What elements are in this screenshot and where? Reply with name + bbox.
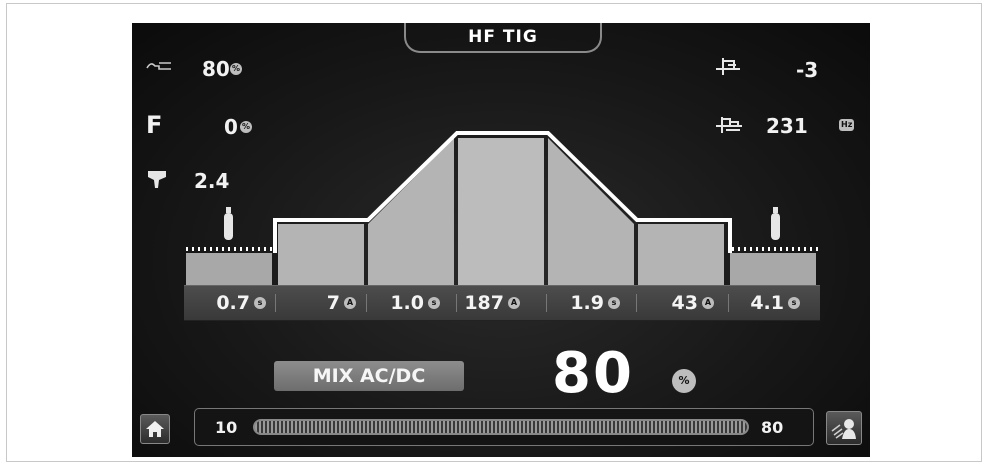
postgas-time[interactable]: 4.1 <box>736 293 784 313</box>
pregas-time[interactable]: 0.7 <box>202 293 250 313</box>
graph-segment-upslope[interactable] <box>368 138 454 285</box>
downslope-time-unit: s <box>608 297 620 309</box>
postgas-time-unit: s <box>788 297 800 309</box>
graph-segment-final[interactable] <box>638 224 724 285</box>
strip-divider <box>546 294 547 312</box>
downslope-time[interactable]: 1.9 <box>556 293 604 313</box>
slider-track[interactable] <box>253 419 749 435</box>
sequence-values-strip: 0.7 s 7 A 1.0 s 187 A 1.9 s 43 A 4.1 s <box>184 285 820 321</box>
strip-divider <box>728 294 729 312</box>
graph-segment-downslope[interactable] <box>548 138 634 285</box>
graph-segment-start[interactable] <box>278 224 364 285</box>
welder-screen: HF TIG 80 % F 0 % 2.4 -3 231 Hz 0.7 s 7 … <box>132 23 870 457</box>
main-current-unit: A <box>508 297 520 309</box>
main-current[interactable]: 187 <box>456 293 504 313</box>
main-value: 80 <box>552 341 634 406</box>
graph-segment-pregas <box>186 253 272 285</box>
gas-cylinder-icon <box>224 207 233 240</box>
home-button[interactable] <box>140 414 170 444</box>
strip-divider <box>636 294 637 312</box>
final-current-unit: A <box>702 297 714 309</box>
graph-segment-postgas <box>730 253 816 285</box>
upslope-time[interactable]: 1.0 <box>376 293 424 313</box>
device-frame: HF TIG 80 % F 0 % 2.4 -3 231 Hz 0.7 s 7 … <box>6 3 982 462</box>
weld-mode-button[interactable] <box>826 411 862 445</box>
strip-divider <box>366 294 367 312</box>
mode-button[interactable]: MIX AC/DC <box>274 361 464 391</box>
value-slider[interactable]: 10 80 <box>194 408 814 446</box>
gas-cylinder-icon <box>771 207 780 240</box>
start-current-unit: A <box>344 297 356 309</box>
main-value-unit: % <box>672 369 696 393</box>
final-current[interactable]: 43 <box>656 293 698 313</box>
strip-divider <box>275 294 276 312</box>
upslope-time-unit: s <box>428 297 440 309</box>
welding-sequence-graph <box>186 131 818 285</box>
start-current[interactable]: 7 <box>292 293 340 313</box>
home-icon <box>146 421 164 437</box>
graph-segment-main[interactable] <box>458 138 544 285</box>
welding-torch-icon <box>831 419 856 439</box>
pregas-time-unit: s <box>254 297 266 309</box>
slider-max: 80 <box>761 418 784 437</box>
slider-min: 10 <box>215 418 238 437</box>
